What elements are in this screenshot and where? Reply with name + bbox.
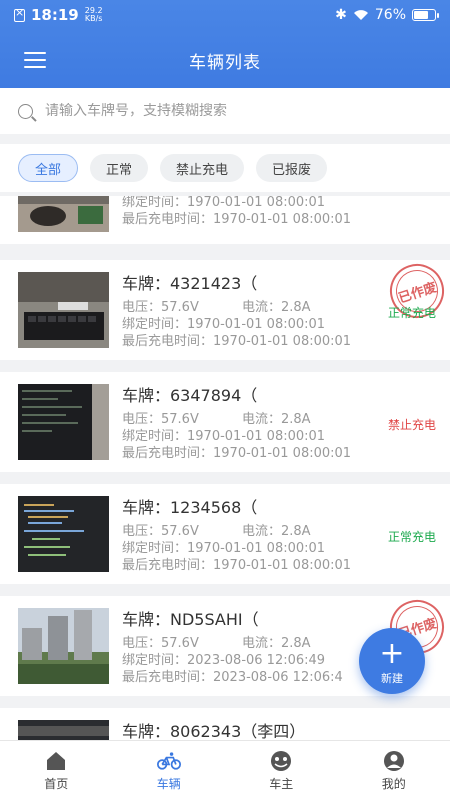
- vehicle-photo: [18, 384, 109, 460]
- bind-time: 绑定时间：1970-01-01 08:00:01: [122, 196, 326, 210]
- menu-icon[interactable]: [24, 52, 46, 68]
- page-title: 车辆列表: [189, 52, 261, 73]
- app-header: 18:19 29.2 KB/s ✱ 76% 车辆列表: [0, 0, 450, 88]
- vehicle-photo: [18, 608, 109, 684]
- vehicle-card[interactable]: 车牌：4321423（ 电压：57.6V 电流：2.8A 绑定时间：1970-01…: [0, 256, 450, 360]
- search-bar: [0, 88, 450, 134]
- owner-icon: [271, 750, 292, 771]
- last-charge-time: 最后充电时间：1970-01-01 08:00:01: [122, 558, 352, 573]
- charge-state: 正常充电: [387, 306, 436, 320]
- plate-number: 车牌：1234568（: [122, 498, 258, 517]
- tab-vehicles[interactable]: 车辆: [113, 741, 226, 800]
- status-time: 18:19: [31, 6, 79, 24]
- filter-bar: 全部 正常 禁止充电 已报废: [0, 144, 450, 192]
- plate-number: 车牌：ND5SAHI（: [122, 610, 259, 629]
- bind-time: 绑定时间：1970-01-01 08:00:01: [122, 541, 326, 556]
- net-speed: 29.2 KB/s: [84, 6, 103, 23]
- voltage-current: 电压：57.6V 电流：2.8A: [122, 412, 311, 427]
- bluetooth-icon: ✱: [335, 7, 347, 23]
- plus-icon: +: [379, 636, 405, 671]
- bind-time: 绑定时间：1970-01-01 08:00:01: [122, 429, 326, 444]
- bottom-nav: 首页 车辆 车主 我的: [0, 740, 450, 800]
- filter-all[interactable]: 全部: [18, 154, 79, 182]
- vehicle-card[interactable]: 绑定时间：1970-01-01 08:00:01 最后充电时间：1970-01-…: [0, 196, 450, 244]
- vehicle-photo: [18, 272, 109, 348]
- vehicle-card[interactable]: 车牌：8062343（李四）: [0, 708, 450, 740]
- vehicle-card[interactable]: 车牌：6347894（ 电压：57.6V 电流：2.8A 绑定时间：1970-01…: [0, 372, 450, 472]
- tab-home[interactable]: 首页: [0, 741, 113, 800]
- last-charge-time: 最后充电时间：1970-01-01 08:00:01: [122, 446, 352, 461]
- vehicle-card[interactable]: 车牌：1234568（ 电压：57.6V 电流：2.8A 绑定时间：1970-01…: [0, 484, 450, 584]
- bicycle-icon: [156, 751, 181, 770]
- charge-state: 禁止充电: [387, 418, 436, 432]
- home-icon: [47, 751, 66, 770]
- last-charge-time: 最后充电时间：1970-01-01 08:00:01: [122, 212, 352, 227]
- plate-number: 车牌：4321423（: [122, 274, 258, 293]
- bind-time: 绑定时间：2023-08-06 12:06:49: [122, 653, 326, 668]
- vehicle-photo: [18, 196, 109, 232]
- filter-scrapped[interactable]: 已报废: [256, 154, 328, 182]
- last-charge-time: 最后充电时间：1970-01-01 08:00:01: [122, 334, 352, 349]
- new-vehicle-button[interactable]: + 新建: [359, 628, 425, 694]
- battery-icon: [412, 9, 439, 21]
- new-vehicle-label: 新建: [381, 672, 403, 685]
- charge-state: 正常充电: [387, 530, 436, 544]
- voltage-current: 电压：57.6V 电流：2.8A: [122, 300, 311, 315]
- search-icon: [18, 103, 33, 119]
- wifi-icon: [353, 10, 368, 20]
- last-charge-time: 最后充电时间：2023-08-06 12:06:4: [122, 670, 343, 685]
- bind-time: 绑定时间：1970-01-01 08:00:01: [122, 317, 326, 332]
- voltage-current: 电压：57.6V 电流：2.8A: [122, 524, 311, 539]
- plate-number: 车牌：8062343（李四）: [122, 722, 306, 740]
- voltage-current: 电压：57.6V 电流：2.8A: [122, 636, 311, 651]
- tab-profile[interactable]: 我的: [338, 741, 450, 800]
- vehicle-photo: [18, 496, 109, 572]
- filter-normal[interactable]: 正常: [90, 154, 149, 182]
- profile-icon: [383, 750, 404, 771]
- sim-icon: [14, 6, 25, 22]
- plate-number: 车牌：6347894（: [122, 386, 258, 405]
- battery-percent: 76%: [374, 7, 406, 23]
- tab-owners[interactable]: 车主: [225, 741, 338, 800]
- search-input[interactable]: [45, 103, 405, 119]
- vehicle-photo: [18, 720, 109, 740]
- status-bar: 18:19 29.2 KB/s ✱ 76%: [0, 0, 450, 30]
- filter-forbidden[interactable]: 禁止充电: [160, 154, 245, 182]
